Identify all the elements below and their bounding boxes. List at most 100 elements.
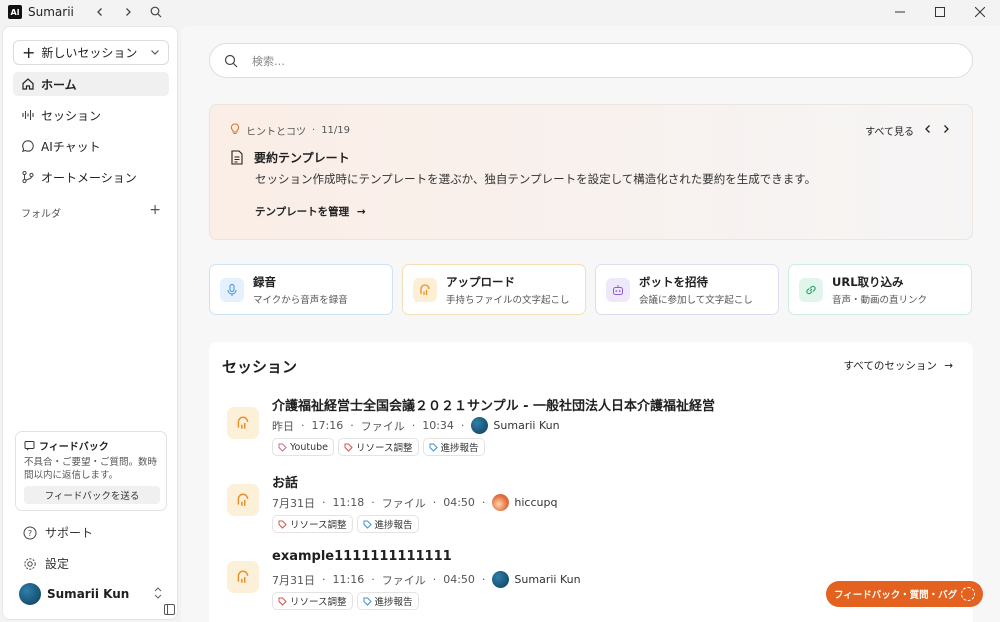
support-link[interactable]: ? サポート <box>23 524 93 541</box>
session-kind: ファイル <box>381 496 426 510</box>
tag[interactable]: リソース調整 <box>272 592 353 610</box>
tag-icon <box>344 443 353 452</box>
session-tags: Youtube リソース調整 進捗報告 <box>272 438 485 456</box>
back-button[interactable] <box>86 0 114 24</box>
waveform-icon <box>22 110 34 120</box>
tag-icon <box>363 520 372 529</box>
all-sessions-link[interactable]: すべてのセッション → <box>843 358 953 373</box>
minimize-button[interactable] <box>880 0 920 24</box>
tag-label: リソース調整 <box>356 443 413 454</box>
avatar <box>471 417 489 434</box>
tag[interactable]: 進捗報告 <box>422 438 485 456</box>
maximize-button[interactable] <box>920 0 960 24</box>
upload-action-card[interactable]: アップロード手持ちファイルの文字起こし <box>402 264 586 315</box>
tag-icon <box>429 443 438 452</box>
sidebar-item-sessions[interactable]: セッション <box>13 103 169 127</box>
upload-title: アップロード <box>446 274 515 289</box>
tag[interactable]: リソース調整 <box>272 515 353 533</box>
settings-label: 設定 <box>45 557 70 571</box>
tag[interactable]: 進捗報告 <box>356 592 419 610</box>
session-tags: リソース調整 進捗報告 <box>272 515 419 533</box>
session-date: 昨日 <box>272 419 294 433</box>
record-action-card[interactable]: 録音マイクから音声を録音 <box>209 264 393 315</box>
avatar <box>492 494 510 511</box>
search-input[interactable]: 検索… <box>209 43 973 78</box>
chevron-down-icon[interactable] <box>150 46 160 60</box>
sessions-title: セッション <box>222 358 298 376</box>
url-import-subtitle: 音声・動画の直リンク <box>832 294 928 306</box>
avatar <box>19 583 41 605</box>
maximize-icon <box>935 7 945 17</box>
tag-label: リソース調整 <box>290 597 347 608</box>
tag-icon <box>278 597 287 606</box>
collapse-sidebar-icon[interactable] <box>164 604 175 618</box>
app-logo: Al <box>8 5 22 19</box>
session-time: 17:16 <box>311 419 344 432</box>
chat-icon <box>21 140 34 153</box>
invite-bot-action-card[interactable]: ボットを招待 会議に参加して文字起こし <box>595 264 779 315</box>
gear-icon <box>24 557 36 570</box>
forward-button[interactable] <box>114 0 142 24</box>
app-title: Sumarii <box>28 5 74 19</box>
all-sessions-label: すべてのセッション <box>843 360 937 372</box>
home-icon <box>22 78 34 90</box>
settings-link[interactable]: 設定 <box>23 555 69 572</box>
floating-feedback-button[interactable]: フィードバック・質問・バグ <box>826 581 983 607</box>
tag[interactable]: 進捗報告 <box>356 515 419 533</box>
feedback-desc: 不具合・ご要望・ご質問。数時間以内に返信します。 <box>24 457 158 481</box>
tag-label: 進捗報告 <box>440 443 479 454</box>
session-duration: 04:50 <box>443 573 475 586</box>
tag-label: Youtube <box>290 441 328 453</box>
titlebar-search-button[interactable] <box>142 0 170 24</box>
chevron-left-icon <box>925 125 930 133</box>
sidebar: + 新しいセッション ホーム セッション AIチャット オートメーション フォル… <box>2 26 178 620</box>
url-import-action-card[interactable]: URL取り込み音声・動画の直リンク <box>788 264 972 315</box>
upload-subtitle: 手持ちファイルの文字起こし <box>446 294 570 306</box>
sidebar-item-ai-chat[interactable]: AIチャット <box>13 134 169 158</box>
user-menu[interactable]: Sumarii Kun <box>19 583 163 605</box>
session-duration: 10:34 <box>422 419 454 432</box>
plus-icon: + <box>22 43 36 62</box>
prev-tip-button[interactable] <box>924 124 932 137</box>
manage-templates-link[interactable]: テンプレートを管理 → <box>255 204 366 219</box>
svg-text:?: ? <box>28 529 32 538</box>
feedback-card: フィードバック 不具合・ご要望・ご質問。数時間以内に返信します。 フィードバック… <box>15 431 167 511</box>
floating-feedback-label: フィードバック・質問・バグ <box>834 590 958 601</box>
sidebar-item-home[interactable]: ホーム <box>13 72 169 96</box>
close-button[interactable] <box>960 0 1000 24</box>
session-kind: ファイル <box>360 419 405 433</box>
url-import-title: URL取り込み <box>832 274 904 289</box>
new-session-button[interactable]: + 新しいセッション <box>13 40 169 65</box>
sessions-panel: セッション すべてのセッション → 介護福祉経営士全国会議２０２１サンプル - … <box>209 342 973 622</box>
main-content: 検索… ヒントとコツ · 11/19 すべて見る 要約テンプレート セッション作… <box>181 26 1000 622</box>
send-feedback-button[interactable]: フィードバックを送る <box>24 486 160 504</box>
tips-card: ヒントとコツ · 11/19 すべて見る 要約テンプレート セッション作成時にテ… <box>209 104 973 240</box>
record-subtitle: マイクから音声を録音 <box>253 294 348 306</box>
audio-file-icon <box>227 484 259 516</box>
tag-label: リソース調整 <box>290 520 347 531</box>
arrow-right-icon: → <box>356 206 366 218</box>
session-name: 介護福祉経営士全国会議２０２１サンプル - 一般社団法人日本介護福祉経営 <box>272 399 716 414</box>
session-time: 11:18 <box>332 496 365 509</box>
session-user: hiccupq <box>514 496 558 509</box>
session-tags: リソース調整 進捗報告 <box>272 592 419 610</box>
add-folder-icon[interactable]: + <box>149 203 161 220</box>
tag[interactable]: リソース調整 <box>338 438 419 456</box>
session-name: お話 <box>272 476 299 491</box>
tips-counter: 11/19 <box>321 125 351 136</box>
feedback-title: フィードバック <box>39 442 109 453</box>
chevron-right-icon <box>944 125 949 133</box>
invite-bot-subtitle: 会議に参加して文字起こし <box>639 294 753 306</box>
next-tip-button[interactable] <box>942 124 950 137</box>
support-label: サポート <box>45 526 94 540</box>
document-icon <box>231 150 243 165</box>
minimize-icon <box>895 11 905 13</box>
see-all-tips-link[interactable]: すべて見る <box>865 123 914 138</box>
tips-label: ヒントとコツ <box>246 127 306 138</box>
sidebar-item-automation[interactable]: オートメーション <box>13 165 169 189</box>
sidebar-item-label: オートメーション <box>41 170 137 185</box>
tag[interactable]: Youtube <box>272 438 334 456</box>
title-bar: Al Sumarii <box>0 0 1000 24</box>
audio-file-icon <box>227 407 259 439</box>
record-title: 録音 <box>253 274 276 289</box>
